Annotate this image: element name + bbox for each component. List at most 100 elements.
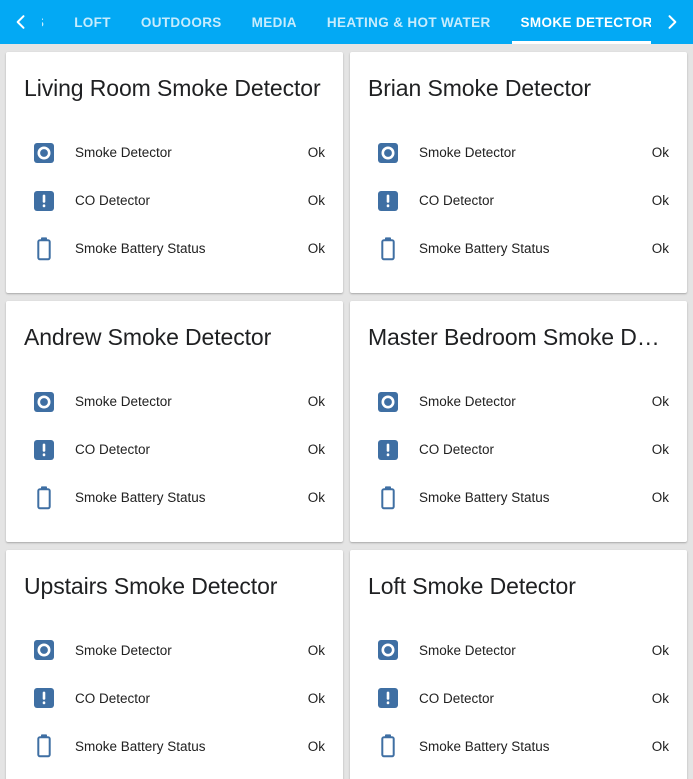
card-row-list: Smoke Detector Ok CO Detector Ok Smoke Batte… [24,626,325,770]
entity-name: Smoke Battery Status [75,490,206,505]
tab-bar: :S LOFT OUTDOORS MEDIA HEATING & HOT WATER SM… [0,0,693,44]
card-title: Living Room Smoke Detector [24,75,321,101]
entity-row[interactable]: CO Detector Ok [368,426,669,474]
battery-icon [31,733,57,759]
entity-state: Ok [651,738,669,754]
co-detector-icon [31,437,57,463]
tab-label: SMOKE DETECTORS [520,14,651,30]
battery-icon [31,236,57,262]
entity-name: Smoke Battery Status [419,490,550,505]
entity-state: Ok [651,145,669,161]
entity-name: Smoke Battery Status [75,241,206,257]
entity-state: Ok [651,442,669,457]
card-row-list: Smoke Detector Ok CO Detector Ok Smoke Batte… [24,378,325,522]
tab-label: OUTDOORS [140,14,222,30]
entity-name: CO Detector [75,690,151,706]
entity-name: Smoke Battery Status [75,738,206,754]
entity-state: Ok [307,442,325,457]
tabs-scroll-right-button[interactable] [651,0,693,44]
entity-row[interactable]: Smoke Detector Ok [368,129,669,177]
entity-name: Smoke Detector [419,394,516,409]
entity-name: Smoke Detector [75,394,172,409]
smoke-detector-icon [375,637,401,663]
entity-name: CO Detector [75,442,151,457]
entity-name: CO Detector [419,193,495,209]
chevron-left-icon [11,12,31,32]
entity-state: Ok [651,394,669,409]
entity-row[interactable]: Smoke Detector Ok [24,378,325,426]
entity-state: Ok [307,193,325,209]
entity-row[interactable]: CO Detector Ok [24,674,325,722]
entity-name: Smoke Detector [75,145,172,161]
smoke-detector-card: Brian Smoke Detector Smoke Detector Ok CO D… [350,52,687,293]
entity-name: CO Detector [419,690,495,706]
card-title: Master Bedroom Smoke Detector [368,323,669,350]
entity-row[interactable]: CO Detector Ok [368,177,669,225]
tab-s[interactable]: :S [42,0,59,44]
tab-heating-hot-water[interactable]: HEATING & HOT WATER [312,0,506,44]
entity-row[interactable]: Smoke Detector Ok [24,626,325,674]
tab-smoke-detectors[interactable]: SMOKE DETECTORS [506,0,651,44]
smoke-detector-icon [31,389,57,415]
entity-row[interactable]: Smoke Detector Ok [368,378,669,426]
battery-icon [375,236,401,262]
smoke-detector-card: Upstairs Smoke Detector Smoke Detector Ok C… [6,549,343,779]
entity-name: CO Detector [419,442,495,457]
entity-state: Ok [307,490,325,505]
card-row-list: Smoke Detector Ok CO Detector Ok Smoke Batte… [368,129,669,273]
entity-name: Smoke Detector [419,642,516,658]
battery-icon [31,485,57,511]
entity-row[interactable]: Smoke Battery Status Ok [24,474,325,522]
tab-media[interactable]: MEDIA [237,0,312,44]
co-detector-icon [375,685,401,711]
card-row-list: Smoke Detector Ok CO Detector Ok Smoke Batte… [368,378,669,522]
tabs-scroll-left-button[interactable] [0,0,42,44]
tab-loft[interactable]: LOFT [59,0,126,44]
card-row-list: Smoke Detector Ok CO Detector Ok Smoke Batte… [24,129,325,273]
co-detector-icon [31,188,57,214]
entity-row[interactable]: CO Detector Ok [24,177,325,225]
smoke-detector-icon [31,140,57,166]
co-detector-icon [31,685,57,711]
smoke-detector-icon [31,637,57,663]
entity-row[interactable]: Smoke Detector Ok [368,626,669,674]
entity-row[interactable]: Smoke Battery Status Ok [368,225,669,273]
smoke-detector-card: Master Bedroom Smoke Detector Smoke Detec… [350,300,687,542]
entity-state: Ok [307,690,325,706]
entity-state: Ok [307,642,325,658]
tab-outdoors[interactable]: OUTDOORS [126,0,237,44]
entity-row[interactable]: Smoke Detector Ok [24,129,325,177]
entity-state: Ok [307,394,325,409]
co-detector-icon [375,437,401,463]
entity-row[interactable]: Smoke Battery Status Ok [368,474,669,522]
entity-name: Smoke Detector [75,642,172,658]
tab-label: :S [42,15,44,30]
smoke-detector-card: Living Room Smoke Detector Smoke Detector… [6,52,343,293]
entity-name: CO Detector [75,193,151,209]
card-title: Andrew Smoke Detector [24,323,272,350]
co-detector-icon [375,188,401,214]
entity-row[interactable]: CO Detector Ok [24,426,325,474]
entity-row[interactable]: CO Detector Ok [368,674,669,722]
entity-name: Smoke Battery Status [419,738,550,754]
chevron-right-icon [662,12,682,32]
smoke-detector-card-grid: Living Room Smoke Detector Smoke Detector… [0,44,693,779]
entity-state: Ok [651,690,669,706]
card-title: Loft Smoke Detector [368,572,576,599]
entity-row[interactable]: Smoke Battery Status Ok [368,722,669,770]
card-title: Brian Smoke Detector [368,75,591,101]
entity-state: Ok [651,490,669,505]
entity-name: Smoke Battery Status [419,241,550,257]
entity-row[interactable]: Smoke Battery Status Ok [24,225,325,273]
battery-icon [375,485,401,511]
smoke-detector-icon [375,389,401,415]
card-row-list: Smoke Detector Ok CO Detector Ok Smoke Batte… [368,626,669,770]
entity-state: Ok [307,241,325,257]
entity-state: Ok [651,642,669,658]
battery-icon [375,733,401,759]
entity-row[interactable]: Smoke Battery Status Ok [24,722,325,770]
entity-state: Ok [651,241,669,257]
smoke-detector-card: Loft Smoke Detector Smoke Detector Ok CO De… [350,549,687,779]
tab-label: LOFT [74,14,111,30]
entity-state: Ok [307,738,325,754]
